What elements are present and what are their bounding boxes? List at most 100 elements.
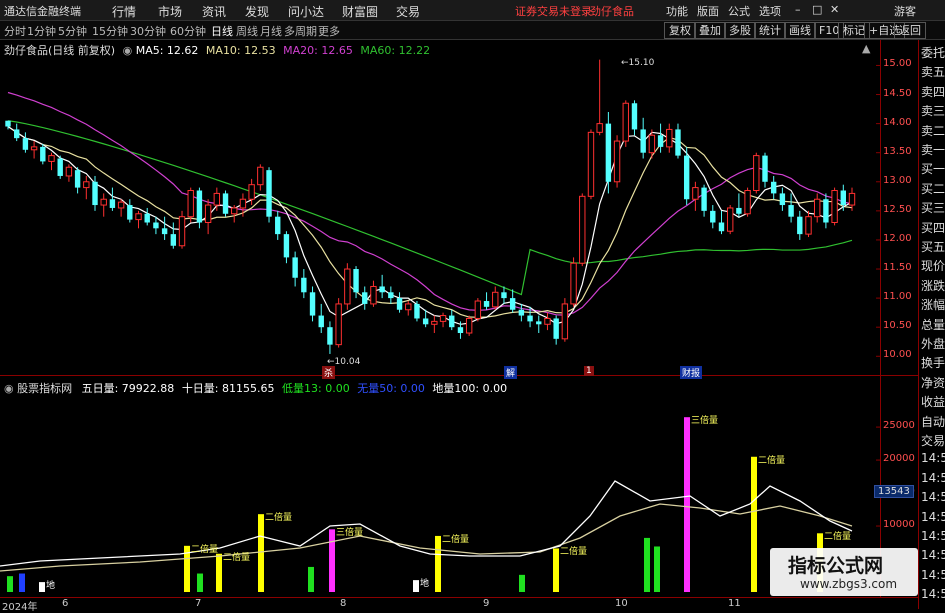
right-panel-item[interactable]: 自动 <box>921 413 945 430</box>
gear-icon[interactable]: ◉ <box>123 44 133 57</box>
five-day-volume: 五日量: 79922.88 <box>81 382 175 395</box>
menu-item-discover[interactable]: 发现 <box>245 3 269 20</box>
candle-body-down <box>222 193 229 214</box>
menu-item-market-quotes[interactable]: 行情 <box>112 3 136 20</box>
period-1min[interactable]: 1分钟 <box>27 23 56 39</box>
collapse-icon[interactable]: ▲ <box>862 42 870 55</box>
multi-stock-button[interactable]: 多股 <box>724 22 756 39</box>
overlay-button[interactable]: 叠加 <box>694 22 726 39</box>
price-tick-label: 13.50 <box>883 145 912 157</box>
period-monthly[interactable]: 月线 <box>260 23 282 39</box>
period-intraday[interactable]: 分时 <box>4 23 26 39</box>
right-panel-item: 卖四 <box>921 84 945 99</box>
candle-body-down <box>718 222 725 232</box>
period-60min[interactable]: 60分钟 <box>170 23 206 39</box>
menu-item-ask[interactable]: 问小达 <box>288 3 324 20</box>
minimize-icon[interactable]: – <box>795 3 801 16</box>
candle-body-down <box>422 318 429 325</box>
candle-body-down <box>14 129 20 139</box>
candle-body-up <box>431 320 438 325</box>
candle-body-up <box>405 303 412 311</box>
candle-body-down <box>518 309 525 316</box>
statistics-button[interactable]: 统计 <box>754 22 786 39</box>
candle-body-down <box>109 199 116 208</box>
candle-body-down <box>22 138 29 150</box>
date-month-10: 10 <box>615 598 628 609</box>
candle-body-up <box>561 303 569 340</box>
candle-body-up <box>613 140 621 183</box>
price-tick-label: 10.50 <box>883 320 912 332</box>
adjust-button[interactable]: 复权 <box>664 22 696 39</box>
maximize-icon[interactable]: □ <box>812 3 822 16</box>
stock-title: 劲仔食品(日线 前复权) <box>4 44 116 57</box>
menu-item-wealth-circle[interactable]: 财富圈 <box>342 3 378 20</box>
menu-item-market[interactable]: 市场 <box>158 3 182 20</box>
price-chart[interactable] <box>0 40 918 376</box>
right-panel-item[interactable]: 委托 <box>921 44 945 61</box>
candle-body-down <box>553 318 559 339</box>
candle-body-up <box>831 190 838 223</box>
period-5min[interactable]: 5分钟 <box>58 23 87 39</box>
candle-body-up <box>178 216 186 247</box>
period-30min[interactable]: 30分钟 <box>130 23 166 39</box>
menu-item-options[interactable]: 选项 <box>759 3 781 19</box>
period-weekly[interactable]: 周线 <box>236 23 258 39</box>
menu-item-news[interactable]: 资讯 <box>202 3 226 20</box>
menu-bar: 通达信金融终端 行情 市场 资讯 发现 问小达 财富圈 交易 证券交易未登录 劲… <box>0 0 945 21</box>
candle-body-up <box>492 291 499 308</box>
candle-body-down <box>353 269 359 293</box>
volume-grid <box>876 426 880 527</box>
menu-item-layout[interactable]: 版面 <box>697 3 719 19</box>
date-axis: 2024年 6 7 8 9 10 11 <box>0 597 918 613</box>
period-multi[interactable]: 多周期 <box>284 23 317 39</box>
volume-bar <box>197 573 203 592</box>
candle-body-down <box>283 234 290 258</box>
menu-item-function[interactable]: 功能 <box>666 3 688 19</box>
candle-body-up <box>439 315 447 322</box>
candle-body-up <box>813 198 821 218</box>
right-panel-item: 买一 <box>921 162 945 177</box>
candle-body-up <box>848 192 856 206</box>
right-panel-item: 总量 <box>921 317 945 332</box>
volume-bar <box>684 417 690 592</box>
guest-account[interactable]: 游客 <box>894 3 916 19</box>
candle-body-down <box>736 207 742 214</box>
draw-line-button[interactable]: 画线 <box>784 22 816 39</box>
multiple-volume-label: 三倍量 <box>691 416 719 427</box>
price-tick-label: 14.00 <box>883 116 912 128</box>
right-panel-item[interactable]: 交易 <box>921 432 945 449</box>
menu-item-formula[interactable]: 公式 <box>728 3 750 19</box>
period-15min[interactable]: 15分钟 <box>92 23 128 39</box>
right-panel-item: 涨跌 <box>921 278 945 293</box>
right-panel-item: 外盘 <box>921 337 945 351</box>
date-month-6: 6 <box>62 598 69 609</box>
event-marker-3[interactable]: 1 <box>584 366 594 376</box>
candle-body-down <box>683 155 690 200</box>
indicator-gear-icon[interactable]: ◉ <box>4 382 14 395</box>
candle-body-down <box>797 216 803 235</box>
date-month-7: 7 <box>195 598 202 609</box>
ma5-value: MA5: 12.62 <box>135 44 199 57</box>
candle-body-up <box>187 190 194 218</box>
back-button[interactable]: 返回 <box>894 22 926 39</box>
volume-tick-label: 25000 <box>883 420 915 432</box>
candle-body-up <box>231 207 238 215</box>
right-panel-item: 14:5 <box>921 529 945 543</box>
candle-body-up <box>135 213 142 221</box>
ma5-polyline <box>7 126 853 325</box>
volume-bar <box>751 456 757 592</box>
period-more[interactable]: 更多 <box>318 23 340 39</box>
candle-body-down <box>631 103 638 130</box>
candle-body-down <box>501 292 507 299</box>
volume-info-bar: ◉ 股票指标网 五日量: 79922.88 十日量: 81155.65 低量13… <box>4 380 507 396</box>
login-notice[interactable]: 证券交易未登录 <box>515 3 592 19</box>
candle-body-up <box>753 155 760 192</box>
candle-body-down <box>40 146 46 162</box>
candle-body-down <box>483 301 490 307</box>
candle-body-down <box>605 123 612 182</box>
volume-bar <box>308 566 314 592</box>
right-panel-item: 换手 <box>921 356 945 371</box>
close-icon[interactable]: ✕ <box>830 3 839 16</box>
period-daily[interactable]: 日线 <box>211 23 233 39</box>
menu-item-trade[interactable]: 交易 <box>396 3 420 20</box>
